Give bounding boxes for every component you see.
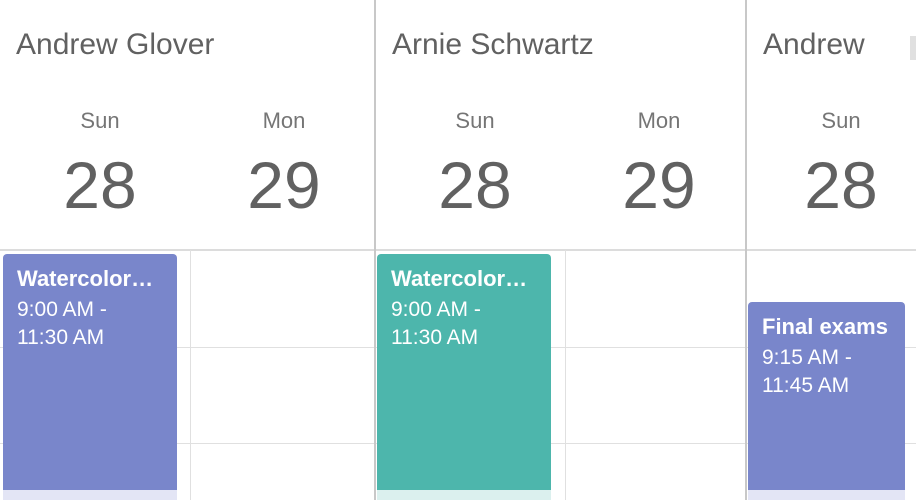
appointment-end-time: 11:30 AM [391, 326, 479, 349]
resource-divider [374, 0, 376, 500]
resource-name-andrew-glover: Andrew Glover [16, 28, 215, 61]
day-name: Sun [455, 108, 495, 133]
resource-divider [745, 0, 747, 500]
resource-name-arnie-schwartz: Arnie Schwartz [392, 28, 594, 61]
day-name: Sun [821, 108, 861, 133]
day-name: Mon [262, 108, 306, 133]
day-number[interactable]: 28 [8, 152, 192, 218]
day-divider [565, 250, 566, 500]
day-divider [190, 250, 191, 500]
appointment-title: Watercolor… [17, 266, 154, 291]
day-name: Sun [80, 108, 120, 133]
header-bottom-border [0, 249, 916, 251]
day-number[interactable]: 29 [567, 152, 751, 218]
day-name: Mon [637, 108, 681, 133]
appointment-overflow-tail [377, 490, 551, 500]
day-number[interactable]: 28 [749, 152, 916, 218]
header-scroll-handle[interactable] [910, 36, 916, 60]
appointment-title: Final exams [762, 314, 888, 339]
appointment-end-time: 11:45 AM [762, 374, 850, 397]
resource-name-andrew: Andrew [763, 28, 865, 61]
appointment-start-time: 9:00 AM - [391, 298, 481, 321]
appointment-start-time: 9:00 AM - [17, 298, 107, 321]
appointment-watercolor-andrew-glover[interactable]: Watercolor… 9:00 AM - 11:30 AM [3, 254, 177, 490]
appointment-start-time: 9:15 AM - [762, 346, 852, 369]
appointment-final-exams[interactable]: Final exams 9:15 AM - 11:45 AM [748, 302, 905, 490]
day-number[interactable]: 29 [192, 152, 376, 218]
day-number[interactable]: 28 [383, 152, 567, 218]
appointment-title: Watercolor… [391, 266, 528, 291]
appointment-end-time: 11:30 AM [17, 326, 105, 349]
appointment-overflow-tail [3, 490, 177, 500]
appointment-overflow-tail [748, 490, 905, 500]
appointment-watercolor-arnie-schwartz[interactable]: Watercolor… 9:00 AM - 11:30 AM [377, 254, 551, 490]
